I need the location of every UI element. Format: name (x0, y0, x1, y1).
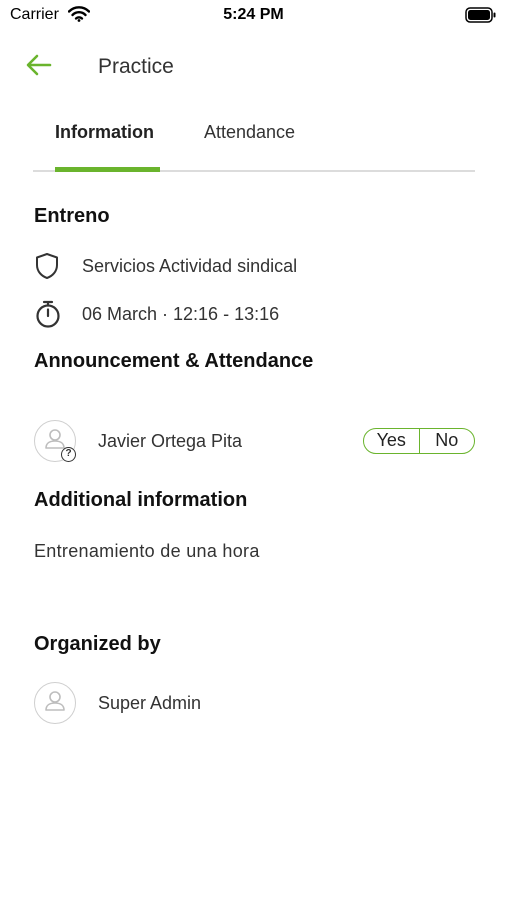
announcement-heading: Announcement & Attendance (34, 350, 314, 372)
status-bar: Carrier 5:24 PM (0, 0, 507, 32)
attendance-toggle: Yes No (363, 428, 475, 454)
tab-attendance[interactable]: Attendance (204, 122, 295, 143)
event-category-row: Servicios Actividad sindical (34, 251, 297, 281)
yes-button[interactable]: Yes (364, 429, 419, 453)
battery-icon (465, 7, 497, 28)
question-icon: ? (61, 447, 76, 462)
attendee-name: Javier Ortega Pita (98, 431, 243, 451)
event-datetime: 06 March · 12:16 - 13:16 (82, 303, 280, 324)
organizer-avatar (34, 682, 76, 724)
shield-icon (34, 251, 66, 281)
nav-bar: Practice (0, 46, 507, 88)
no-button[interactable]: No (418, 429, 475, 453)
additional-text: Entrenamiento de una hora (34, 541, 260, 561)
tab-bar: Information Attendance (33, 112, 475, 172)
organizer-row: Super Admin (34, 682, 475, 728)
tab-active-indicator (55, 167, 160, 172)
event-heading: Entreno (34, 205, 110, 227)
tab-information[interactable]: Information (55, 122, 154, 143)
attendee-row: ? Javier Ortega Pita Yes No (34, 420, 475, 466)
event-datetime-row: 06 March · 12:16 - 13:16 (34, 299, 279, 329)
user-icon (43, 689, 67, 718)
status-time: 5:24 PM (223, 6, 284, 23)
back-arrow-icon (26, 54, 52, 81)
additional-heading: Additional information (34, 489, 248, 511)
event-category: Servicios Actividad sindical (82, 255, 298, 276)
organizer-heading: Organized by (34, 633, 161, 655)
page-title: Practice (98, 55, 174, 78)
stopwatch-icon (34, 299, 66, 329)
back-button[interactable] (22, 52, 56, 82)
organizer-name: Super Admin (98, 693, 202, 713)
